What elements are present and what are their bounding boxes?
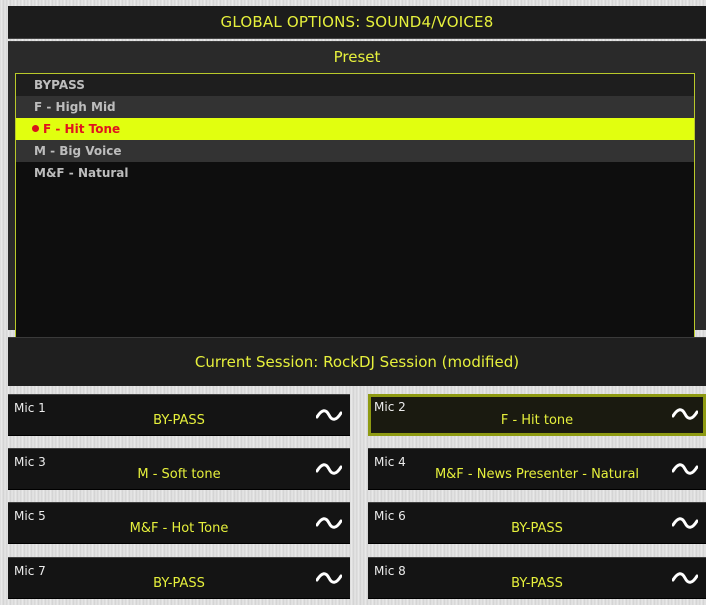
session-bar: Current Session: RockDJ Session (modifie…	[8, 337, 706, 386]
mic-value: BY-PASS	[511, 520, 563, 536]
mic-label: Mic 3	[14, 455, 46, 469]
wave-dropdown-icon[interactable]	[316, 571, 342, 585]
preset-item-label: F - Hit Tone	[43, 122, 121, 136]
mic-value: BY-PASS	[153, 575, 205, 591]
wave-dropdown-icon[interactable]	[672, 571, 698, 585]
mic-5-selector[interactable]: Mic 5 M&F - Hot Tone	[8, 502, 350, 544]
mic-value: M - Soft tone	[137, 466, 221, 482]
wave-dropdown-icon[interactable]	[316, 408, 342, 422]
mic-2-selector[interactable]: Mic 2 F - Hit tone	[368, 394, 706, 436]
mic-6-selector[interactable]: Mic 6 BY-PASS	[368, 502, 706, 544]
mic-label: Mic 8	[374, 564, 406, 578]
wave-dropdown-icon[interactable]	[316, 516, 342, 530]
mic-3-selector[interactable]: Mic 3 M - Soft tone	[8, 448, 350, 490]
session-label: Current Session: RockDJ Session (modifie…	[194, 353, 520, 371]
mic-label: Mic 5	[14, 509, 46, 523]
mic-value: BY-PASS	[153, 412, 205, 428]
preset-list[interactable]: BYPASS F - High Mid F - Hit Tone M - Big…	[15, 73, 695, 364]
mic-label: Mic 4	[374, 455, 406, 469]
mic-4-selector[interactable]: Mic 4 M&F - News Presenter - Natural	[368, 448, 706, 490]
window-title: GLOBAL OPTIONS: SOUND4/VOICE8	[220, 13, 494, 31]
mic-value: M&F - Hot Tone	[129, 520, 229, 536]
wave-dropdown-icon[interactable]	[672, 462, 698, 476]
preset-item[interactable]: M - Big Voice	[16, 140, 694, 162]
mic-value: F - Hit tone	[500, 412, 574, 428]
mic-label: Mic 1	[14, 401, 46, 415]
preset-item-label: F - High Mid	[34, 100, 116, 114]
mic-1-selector[interactable]: Mic 1 BY-PASS	[8, 394, 350, 436]
preset-item-label: M&F - Natural	[34, 166, 129, 180]
mic-label: Mic 7	[14, 564, 46, 578]
preset-item-selected[interactable]: F - Hit Tone	[16, 118, 694, 140]
preset-panel: Preset BYPASS F - High Mid F - Hit Tone …	[8, 41, 706, 364]
mic-label: Mic 6	[374, 509, 406, 523]
wave-dropdown-icon[interactable]	[672, 516, 698, 530]
mic-value: M&F - News Presenter - Natural	[434, 466, 640, 482]
mic-label: Mic 2	[374, 400, 406, 414]
mic-value: BY-PASS	[511, 575, 563, 591]
preset-item-label: M - Big Voice	[34, 144, 122, 158]
preset-item[interactable]: M&F - Natural	[16, 162, 694, 184]
window-title-bar: GLOBAL OPTIONS: SOUND4/VOICE8	[8, 6, 706, 39]
preset-item-label: BYPASS	[34, 78, 85, 92]
selected-dot-icon	[32, 125, 39, 132]
mic-7-selector[interactable]: Mic 7 BY-PASS	[8, 557, 350, 599]
preset-title: Preset	[333, 48, 381, 66]
wave-dropdown-icon[interactable]	[672, 407, 698, 421]
wave-dropdown-icon[interactable]	[316, 462, 342, 476]
mic-8-selector[interactable]: Mic 8 BY-PASS	[368, 557, 706, 599]
preset-item[interactable]: F - High Mid	[16, 96, 694, 118]
preset-item[interactable]: BYPASS	[16, 74, 694, 96]
